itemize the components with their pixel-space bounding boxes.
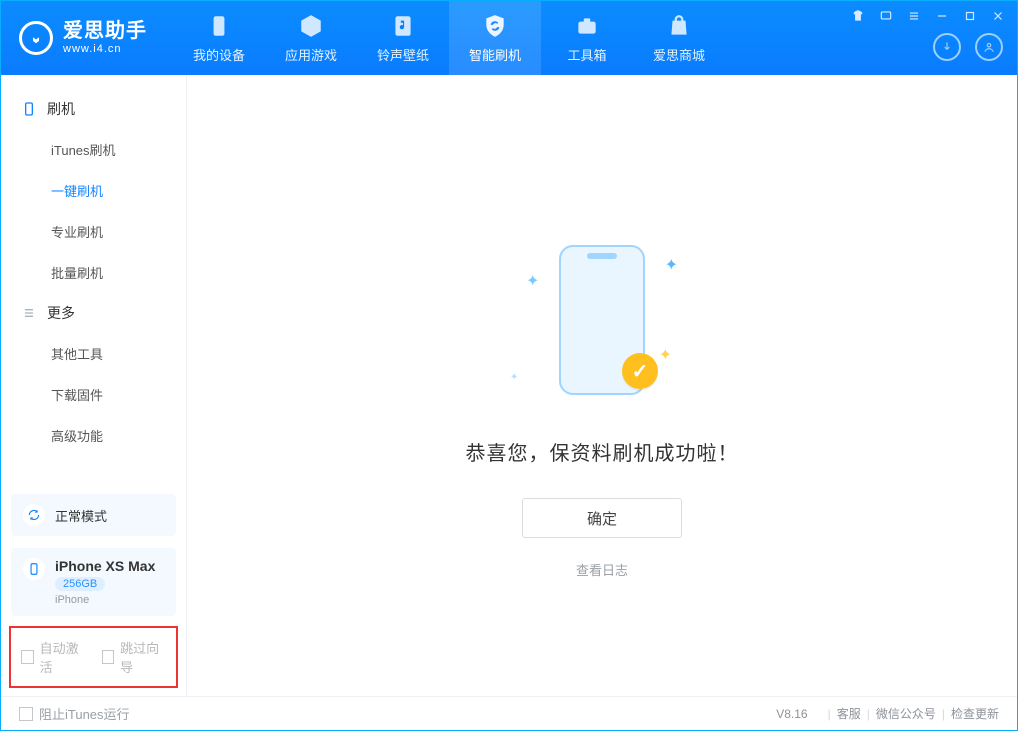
cube-icon	[298, 13, 324, 39]
logo-icon	[19, 21, 53, 55]
sidebar: 刷机 iTunes刷机 一键刷机 专业刷机 批量刷机 更多 其他工具 下载固件 …	[1, 75, 187, 696]
account-button[interactable]	[975, 33, 1003, 61]
sidebar-item-other-tools[interactable]: 其他工具	[1, 333, 186, 374]
nav-toolbox[interactable]: 工具箱	[541, 1, 633, 75]
nav-label: 工具箱	[567, 45, 606, 64]
menu-icon[interactable]	[907, 9, 921, 23]
checkbox-label: 阻止iTunes运行	[39, 704, 130, 723]
sidebar-item-advanced[interactable]: 高级功能	[1, 415, 186, 456]
device-name: iPhone XS Max	[55, 558, 155, 574]
device-storage: 256GB	[55, 577, 105, 591]
device-type: iPhone	[55, 594, 155, 606]
device-mode-card[interactable]: 正常模式	[11, 494, 176, 536]
nav-label: 智能刷机	[469, 45, 521, 64]
checkbox-auto-activate[interactable]: 自动激活	[21, 638, 86, 676]
link-support[interactable]: 客服	[837, 705, 861, 722]
group-title: 刷机	[47, 99, 75, 119]
checkbox-label: 自动激活	[40, 638, 86, 676]
top-nav: 我的设备 应用游戏 铃声壁纸 智能刷机 工具箱 爱思商城	[173, 1, 725, 75]
sidebar-item-download-firmware[interactable]: 下载固件	[1, 374, 186, 415]
checkbox-skip-guide[interactable]: 跳过向导	[102, 638, 167, 676]
mode-label: 正常模式	[55, 506, 107, 525]
app-name: 爱思助手	[63, 20, 147, 43]
group-title: 更多	[47, 303, 75, 323]
nav-my-device[interactable]: 我的设备	[173, 1, 265, 75]
success-illustration: ✦ ✦ ✦ ✦ ✓	[532, 245, 672, 395]
window-controls	[851, 9, 1005, 23]
nav-ringtone-wallpaper[interactable]: 铃声壁纸	[357, 1, 449, 75]
nav-label: 爱思商城	[653, 45, 705, 64]
skin-icon[interactable]	[851, 9, 865, 23]
shield-refresh-icon	[482, 13, 508, 39]
group-flash[interactable]: 刷机	[1, 89, 186, 129]
sidebar-item-itunes-flash[interactable]: iTunes刷机	[1, 129, 186, 170]
download-button[interactable]	[933, 33, 961, 61]
app-window: 爱思助手 www.i4.cn 我的设备 应用游戏 铃声壁纸 智能刷机	[0, 0, 1018, 731]
phone-icon	[21, 101, 37, 117]
title-bar: 爱思助手 www.i4.cn 我的设备 应用游戏 铃声壁纸 智能刷机	[1, 1, 1017, 75]
app-url: www.i4.cn	[63, 43, 147, 56]
bag-icon	[666, 13, 692, 39]
device-icon	[23, 558, 45, 580]
app-logo: 爱思助手 www.i4.cn	[19, 20, 147, 56]
status-bar: 阻止iTunes运行 V8.16 | 客服 | 微信公众号 | 检查更新	[1, 696, 1017, 730]
nav-label: 我的设备	[193, 45, 245, 64]
sidebar-item-oneclick-flash[interactable]: 一键刷机	[1, 170, 186, 211]
minimize-button[interactable]	[935, 9, 949, 23]
main-content: ✦ ✦ ✦ ✦ ✓ 恭喜您，保资料刷机成功啦！ 确定 查看日志	[187, 75, 1017, 696]
toolbox-icon	[574, 13, 600, 39]
music-file-icon	[390, 13, 416, 39]
nav-label: 应用游戏	[285, 45, 337, 64]
maximize-button[interactable]	[963, 9, 977, 23]
check-icon: ✓	[622, 353, 658, 389]
refresh-icon	[23, 504, 45, 526]
success-message: 恭喜您，保资料刷机成功啦！	[466, 437, 739, 466]
view-log-link[interactable]: 查看日志	[576, 560, 628, 579]
link-check-update[interactable]: 检查更新	[951, 705, 999, 722]
nav-label: 铃声壁纸	[377, 45, 429, 64]
checkbox-label: 跳过向导	[120, 638, 166, 676]
nav-smart-flash[interactable]: 智能刷机	[449, 1, 541, 75]
nav-apps-games[interactable]: 应用游戏	[265, 1, 357, 75]
feedback-icon[interactable]	[879, 9, 893, 23]
ok-button[interactable]: 确定	[522, 498, 682, 538]
device-icon	[206, 13, 232, 39]
sidebar-item-pro-flash[interactable]: 专业刷机	[1, 211, 186, 252]
group-more[interactable]: 更多	[1, 293, 186, 333]
close-button[interactable]	[991, 9, 1005, 23]
device-info-card[interactable]: iPhone XS Max 256GB iPhone	[11, 548, 176, 616]
nav-store[interactable]: 爱思商城	[633, 1, 725, 75]
header-right-actions	[933, 33, 1003, 61]
list-icon	[21, 305, 37, 321]
options-box: 自动激活 跳过向导	[9, 626, 178, 688]
version-label: V8.16	[776, 707, 807, 721]
checkbox-block-itunes[interactable]: 阻止iTunes运行	[19, 704, 130, 723]
sidebar-item-batch-flash[interactable]: 批量刷机	[1, 252, 186, 293]
link-wechat[interactable]: 微信公众号	[876, 705, 936, 722]
